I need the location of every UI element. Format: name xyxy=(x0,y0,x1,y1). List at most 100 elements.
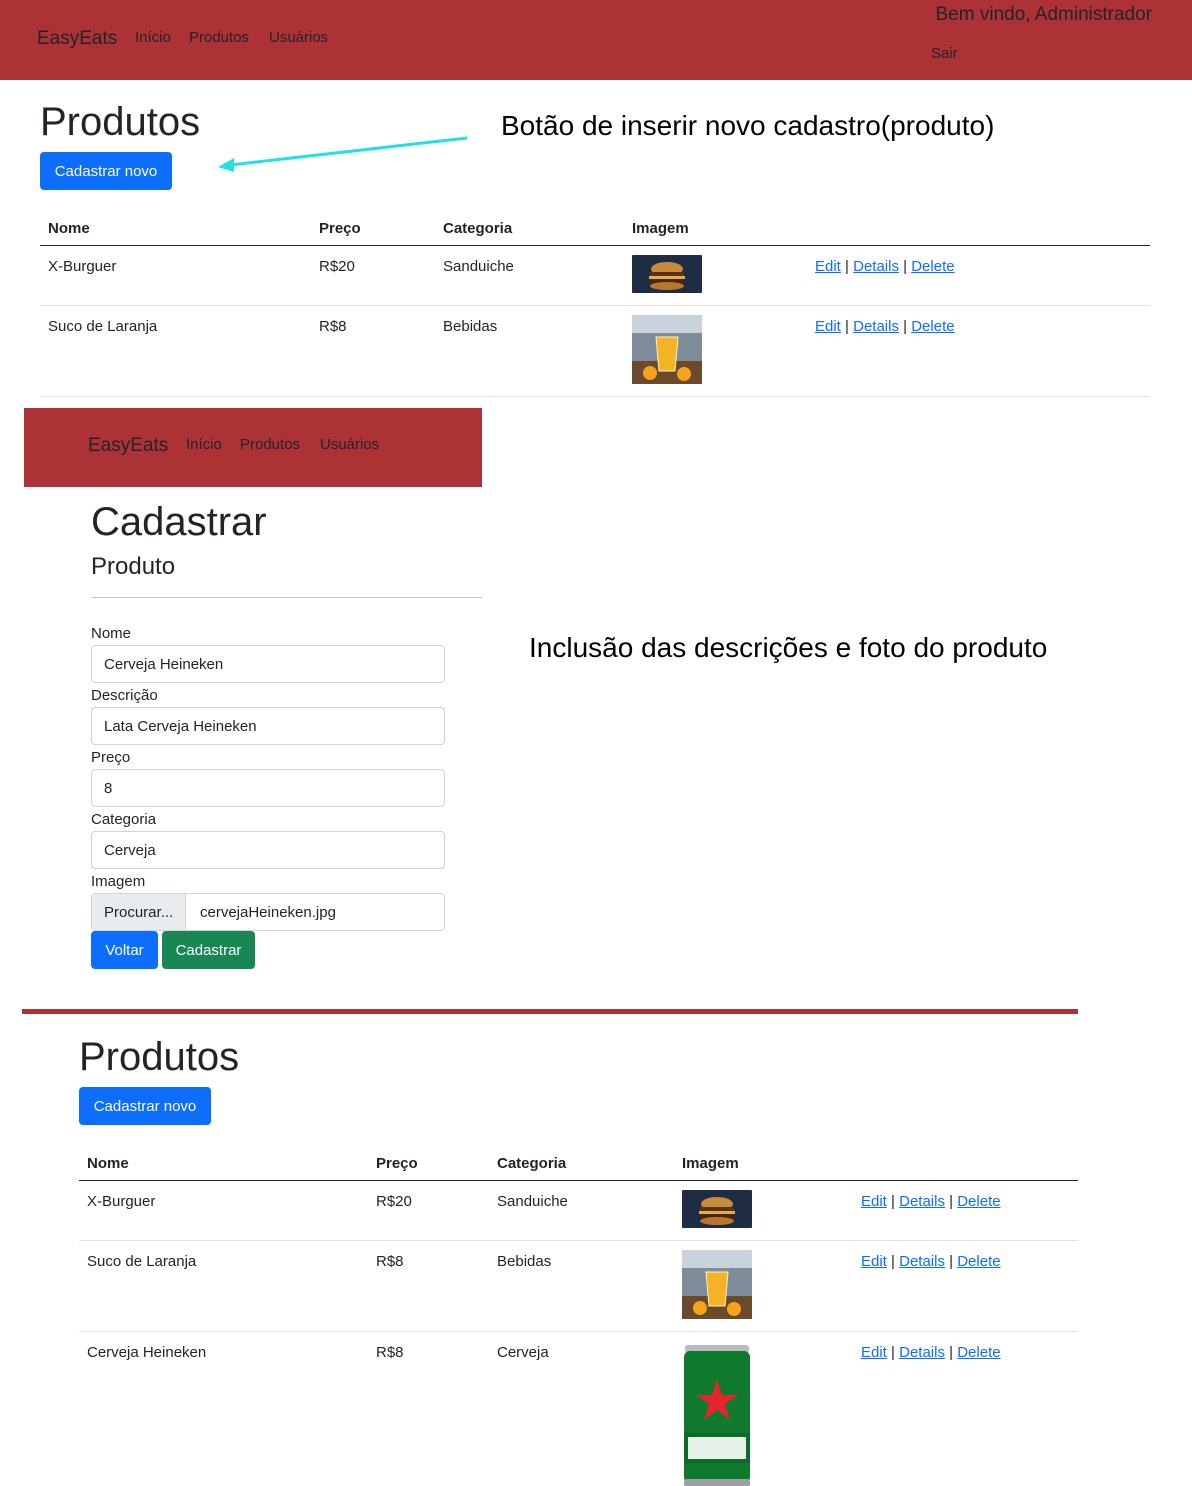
cell-imagem xyxy=(674,1180,853,1241)
back-button[interactable]: Voltar xyxy=(91,931,158,969)
cell-preco: R$20 xyxy=(311,245,435,306)
nav-link-usuarios[interactable]: Usuários xyxy=(269,29,328,46)
separator: | xyxy=(949,1193,954,1210)
imagem-label: Imagem xyxy=(91,873,146,890)
edit-link[interactable]: Edit xyxy=(861,1253,887,1270)
annotation-arrow xyxy=(218,136,468,172)
annotation-new-button: Botão de inserir novo cadastro(produto) xyxy=(501,110,995,141)
nome-label: Nome xyxy=(91,625,132,642)
table-header-row: Nome Preço Categoria Imagem xyxy=(40,212,1150,246)
cell-categoria: Bebidas xyxy=(435,305,624,397)
column-header-actions xyxy=(853,1147,1078,1181)
delete-link[interactable]: Delete xyxy=(911,318,954,335)
top-navbar: EasyEats Início Produtos Usuários Bem vi… xyxy=(0,0,1192,80)
details-link[interactable]: Details xyxy=(899,1344,945,1361)
cell-imagem xyxy=(624,305,807,397)
navbar-brand[interactable]: EasyEats xyxy=(37,28,117,50)
table-row: Cerveja Heineken R$8 Cerveja Edit | Deta… xyxy=(79,1331,1078,1486)
logout-link[interactable]: Sair xyxy=(931,45,958,62)
page-title: Produtos xyxy=(40,100,201,144)
cell-preco: R$8 xyxy=(368,1331,489,1486)
cell-actions: Edit | Details | Delete xyxy=(853,1240,1078,1332)
descricao-label: Descrição xyxy=(91,687,158,704)
table-row: Suco de Laranja R$8 Bebidas Edit | Detai… xyxy=(40,305,1150,397)
file-name: cervejaHeineken.jpg xyxy=(200,903,336,921)
annotation-form: Inclusão das descrições e foto do produt… xyxy=(529,632,1048,663)
orange-juice-image xyxy=(632,315,702,384)
separator: | xyxy=(891,1193,895,1210)
table-row: X-Burguer R$20 Sanduiche Edit | Details … xyxy=(40,245,1150,306)
separator: | xyxy=(903,258,908,275)
cell-nome: Suco de Laranja xyxy=(79,1240,368,1332)
page-title: Produtos xyxy=(79,1035,240,1079)
navbar-brand[interactable]: EasyEats xyxy=(88,435,168,457)
nav-link-inicio[interactable]: Início xyxy=(135,29,171,46)
orange-juice-image xyxy=(682,1250,752,1319)
nav-link-inicio[interactable]: Início xyxy=(186,436,222,453)
column-header-preco: Preço xyxy=(368,1147,489,1181)
edit-link[interactable]: Edit xyxy=(861,1344,887,1361)
delete-link[interactable]: Delete xyxy=(957,1253,1000,1270)
table-header-row: Nome Preço Categoria Imagem xyxy=(79,1147,1078,1181)
nome-input[interactable]: Cerveja Heineken xyxy=(91,645,445,683)
cell-categoria: Bebidas xyxy=(489,1240,674,1332)
cell-categoria: Cerveja xyxy=(489,1331,674,1486)
descricao-input[interactable]: Lata Cerveja Heineken xyxy=(91,707,445,745)
submit-button[interactable]: Cadastrar xyxy=(162,931,255,969)
categoria-input[interactable]: Cerveja xyxy=(91,831,445,869)
cell-nome: Suco de Laranja xyxy=(40,305,311,397)
cell-actions: Edit | Details | Delete xyxy=(807,245,1150,306)
table-row: Suco de Laranja R$8 Bebidas Edit | Detai… xyxy=(79,1240,1078,1332)
delete-link[interactable]: Delete xyxy=(957,1193,1000,1210)
separator: | xyxy=(845,258,849,275)
cell-imagem xyxy=(674,1240,853,1332)
details-link[interactable]: Details xyxy=(853,318,899,335)
separator: | xyxy=(949,1253,954,1270)
nav-link-produtos[interactable]: Produtos xyxy=(240,436,300,453)
cell-nome: X-Burguer xyxy=(40,245,311,306)
cell-preco: R$8 xyxy=(368,1240,489,1332)
product-form: Cadastrar Produto xyxy=(91,500,482,598)
cell-categoria: Sanduiche xyxy=(435,245,624,306)
section-divider xyxy=(22,1009,1078,1014)
cell-nome: X-Burguer xyxy=(79,1180,368,1241)
column-header-nome: Nome xyxy=(40,212,311,246)
products-table: Nome Preço Categoria Imagem X-Burguer R$… xyxy=(40,212,1150,397)
cell-preco: R$8 xyxy=(311,305,435,397)
burger-image xyxy=(632,255,702,293)
categoria-label: Categoria xyxy=(91,811,157,828)
nav-link-usuarios[interactable]: Usuários xyxy=(320,436,379,453)
form-navbar: EasyEats Início Produtos Usuários xyxy=(24,408,482,487)
new-product-button[interactable]: Cadastrar novo xyxy=(79,1087,211,1125)
imagem-file-input[interactable]: Procurar... cervejaHeineken.jpg xyxy=(91,893,445,931)
cell-nome: Cerveja Heineken xyxy=(79,1331,368,1486)
form-title: Cadastrar xyxy=(91,500,267,544)
column-header-imagem: Imagem xyxy=(624,212,807,246)
column-header-preco: Preço xyxy=(311,212,435,246)
delete-link[interactable]: Delete xyxy=(911,258,954,275)
divider xyxy=(91,597,482,598)
details-link[interactable]: Details xyxy=(899,1193,945,1210)
browse-button[interactable]: Procurar... xyxy=(92,894,187,930)
column-header-nome: Nome xyxy=(79,1147,368,1181)
welcome-message: Bem vindo, Administrador xyxy=(935,4,1153,25)
edit-link[interactable]: Edit xyxy=(815,318,841,335)
preco-input[interactable]: 8 xyxy=(91,769,445,807)
edit-link[interactable]: Edit xyxy=(861,1193,887,1210)
cell-imagem xyxy=(674,1332,853,1486)
table-row: X-Burguer R$20 Sanduiche Edit | Details … xyxy=(79,1180,1078,1241)
column-header-categoria: Categoria xyxy=(489,1147,674,1181)
details-link[interactable]: Details xyxy=(853,258,899,275)
cell-categoria: Sanduiche xyxy=(489,1180,674,1241)
separator: | xyxy=(949,1344,954,1361)
new-product-button[interactable]: Cadastrar novo xyxy=(40,152,172,190)
separator: | xyxy=(891,1253,895,1270)
edit-link[interactable]: Edit xyxy=(815,258,841,275)
products-table: Nome Preço Categoria Imagem X-Burguer R$… xyxy=(79,1147,1078,1486)
delete-link[interactable]: Delete xyxy=(957,1344,1000,1361)
cell-imagem xyxy=(624,245,807,306)
cell-actions: Edit | Details | Delete xyxy=(853,1180,1078,1241)
column-header-actions xyxy=(807,212,1150,246)
details-link[interactable]: Details xyxy=(899,1253,945,1270)
nav-link-produtos[interactable]: Produtos xyxy=(189,29,249,46)
